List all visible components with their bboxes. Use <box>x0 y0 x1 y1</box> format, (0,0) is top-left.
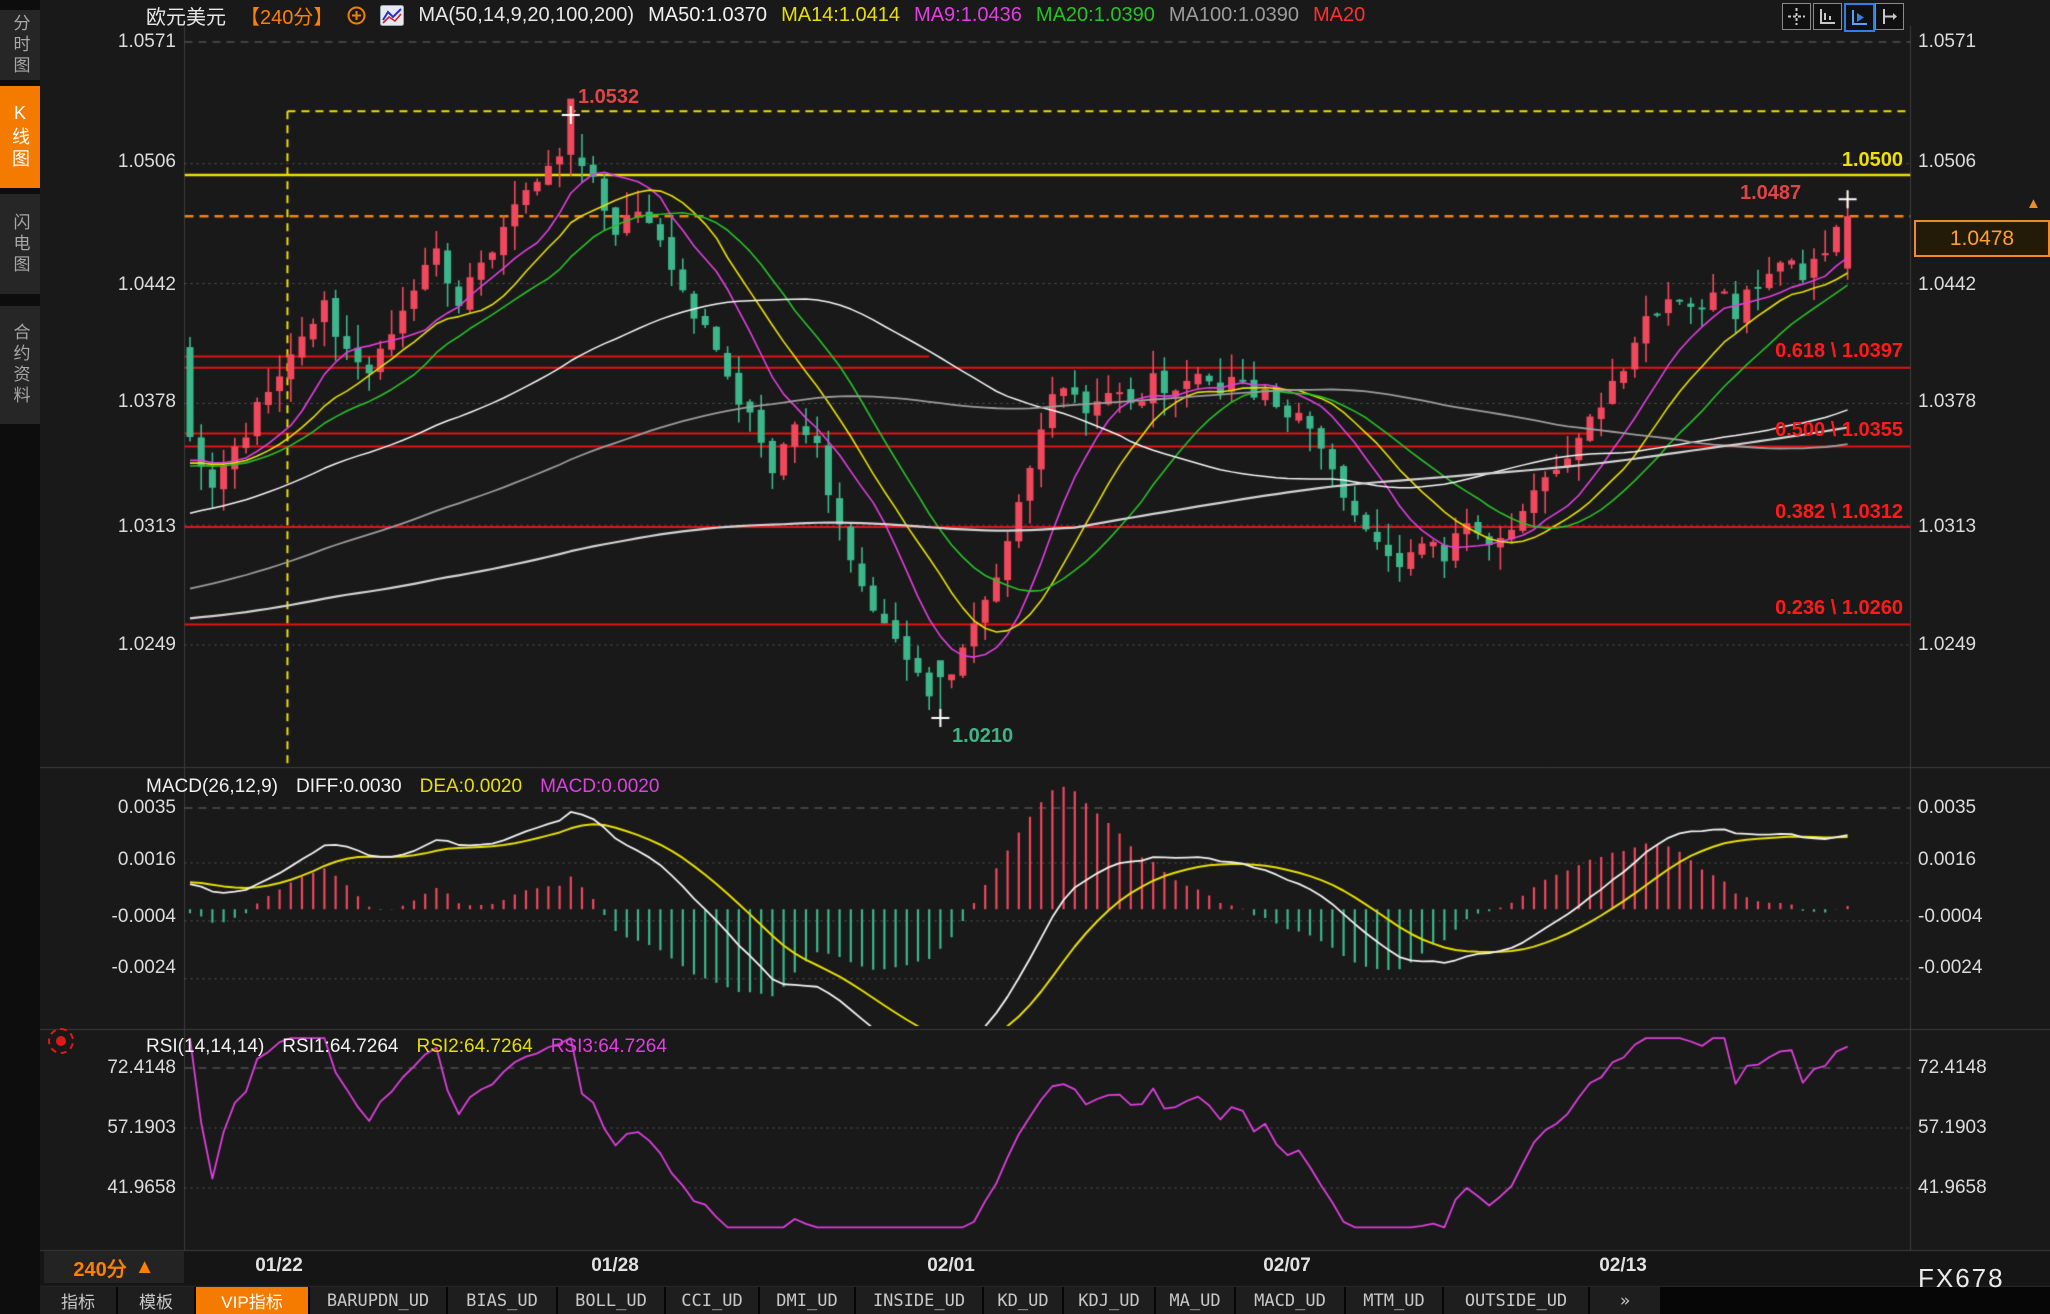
rsi-title: RSI(14,14,14) <box>146 1036 264 1058</box>
macd-tick: -0.0004 <box>52 906 176 928</box>
macd-diff-value: DIFF:0.0030 <box>296 776 402 798</box>
tab-outside-ud[interactable]: OUTSIDE_UD <box>1444 1287 1588 1314</box>
price-tick: 1.0313 <box>1918 516 2044 538</box>
period-up-triangle-icon: ▲ <box>135 1256 155 1279</box>
tab-inside-ud[interactable]: INSIDE_UD <box>856 1287 982 1314</box>
rsi-panel-header: RSI(14,14,14) RSI1:64.7264 RSI2:64.7264 … <box>146 1036 667 1058</box>
fib-level-500: 0.500 \ 1.0355 <box>1775 419 1903 442</box>
macd-panel-header: MACD(26,12,9) DIFF:0.0030 DEA:0.0020 MAC… <box>146 776 659 798</box>
date-tick: 02/01 <box>927 1255 975 1277</box>
fib-level-382: 0.382 \ 1.0312 <box>1775 501 1903 524</box>
ma20-label-red: MA20 <box>1313 4 1365 27</box>
rsi-tick: 41.9658 <box>1918 1177 2044 1199</box>
macd-tick: 0.0016 <box>1918 849 2044 871</box>
price-tick: 1.0571 <box>1918 31 2044 53</box>
indicator-tab-bar: 指标 模板 VIP指标 BARUPDN_UD BIAS_UD BOLL_UD C… <box>40 1287 2050 1314</box>
macd-tick: -0.0024 <box>52 957 176 979</box>
current-price-badge: 1.0478 <box>1914 220 2050 257</box>
price-tick: 1.0571 <box>52 31 176 53</box>
date-tick: 02/07 <box>1263 1255 1311 1277</box>
price-tick: 1.0313 <box>52 516 176 538</box>
tab-cci-ud[interactable]: CCI_UD <box>666 1287 758 1314</box>
tab-boll-ud[interactable]: BOLL_UD <box>558 1287 664 1314</box>
tab-indicators[interactable]: 指标 <box>40 1287 116 1314</box>
macd-dea-value: DEA:0.0020 <box>420 776 522 798</box>
date-tick: 02/13 <box>1599 1255 1647 1277</box>
period-text: 240分 <box>73 1253 126 1282</box>
rsi-tick: 41.9658 <box>52 1177 176 1199</box>
fx678-watermark: FX678 <box>1918 1263 2005 1294</box>
rsi2-value: RSI2:64.7264 <box>417 1036 533 1058</box>
rsi-tick: 57.1903 <box>1918 1117 2044 1139</box>
price-tick: 1.0506 <box>52 151 176 173</box>
fib-level-618: 0.618 \ 1.0397 <box>1775 340 1903 363</box>
macd-tick: -0.0004 <box>1918 906 2044 928</box>
price-tick: 1.0249 <box>1918 634 2044 656</box>
axis-scale-active-icon[interactable] <box>1844 3 1875 32</box>
sidebar-item-kline-chart[interactable]: K线图 <box>0 86 40 188</box>
macd-tick: 0.0035 <box>1918 797 2044 819</box>
tab-bias-ud[interactable]: BIAS_UD <box>448 1287 556 1314</box>
ma14-value: MA14:1.0414 <box>781 4 900 27</box>
left-sidebar: 分时图 K线图 闪电图 合约资料 <box>0 0 40 1314</box>
ma-group-label: MA(50,14,9,20,100,200) <box>418 4 634 27</box>
sidebar-item-time-chart[interactable]: 分时图 <box>0 10 40 80</box>
price-tick: 1.0378 <box>1918 391 2044 413</box>
price-tick: 1.0249 <box>52 634 176 656</box>
chart-application: 分时图 K线图 闪电图 合约资料 欧元美元 【240分】 MA(50,14,9,… <box>0 0 2050 1314</box>
tab-templates[interactable]: 模板 <box>118 1287 194 1314</box>
tab-macd-ud[interactable]: MACD_UD <box>1236 1287 1344 1314</box>
macd-tick: 0.0035 <box>52 797 176 819</box>
price-tick: 1.0442 <box>1918 274 2044 296</box>
tab-barupdn-ud[interactable]: BARUPDN_UD <box>310 1287 446 1314</box>
sidebar-item-contract-info[interactable]: 合约资料 <box>0 306 40 424</box>
fib-level-236: 0.236 \ 1.0260 <box>1775 597 1903 620</box>
ma50-value: MA50:1.0370 <box>648 4 767 27</box>
axis-shift-icon[interactable] <box>1875 3 1904 30</box>
tab-more[interactable]: » <box>1590 1287 1660 1314</box>
period-selector[interactable]: 240分 ▲ <box>44 1251 184 1283</box>
sidebar-item-lightning-chart[interactable]: 闪电图 <box>0 194 40 294</box>
price-tick: 1.0442 <box>52 274 176 296</box>
price-tick: 1.0506 <box>1918 151 2044 173</box>
rsi3-value: RSI3:64.7264 <box>551 1036 667 1058</box>
symbol-title: 欧元美元 <box>146 1 226 30</box>
plus-circle-icon[interactable] <box>347 6 366 25</box>
recent-high-label: 1.0487 <box>1740 182 1801 205</box>
swing-low-label: 1.0210 <box>952 725 1013 748</box>
macd-title: MACD(26,12,9) <box>146 776 278 798</box>
ma100-value: MA100:1.0390 <box>1169 4 1299 27</box>
rsi-tick: 57.1903 <box>52 1117 176 1139</box>
tab-mtm-ud[interactable]: MTM_UD <box>1346 1287 1442 1314</box>
axis-scale-icon[interactable] <box>1813 3 1842 30</box>
date-tick: 01/22 <box>255 1255 303 1277</box>
tab-vip-indicators[interactable]: VIP指标 <box>196 1287 308 1314</box>
tab-kd-ud[interactable]: KD_UD <box>984 1287 1062 1314</box>
ma9-value: MA9:1.0436 <box>914 4 1022 27</box>
chart-header: 欧元美元 【240分】 MA(50,14,9,20,100,200) MA50:… <box>146 3 1365 27</box>
macd-tick: -0.0024 <box>1918 957 2044 979</box>
macd-macd-value: MACD:0.0020 <box>540 776 659 798</box>
price-up-arrow-icon: ▲ <box>2026 198 2041 210</box>
record-indicator-icon <box>48 1028 74 1054</box>
date-tick: 01/28 <box>591 1255 639 1277</box>
rsi-tick: 72.4148 <box>1918 1057 2044 1079</box>
tab-kdj-ud[interactable]: KDJ_UD <box>1064 1287 1154 1314</box>
period-label[interactable]: 【240分】 <box>240 1 333 30</box>
macd-tick: 0.0016 <box>52 849 176 871</box>
rsi-tick: 72.4148 <box>52 1057 176 1079</box>
mini-chart-icon[interactable] <box>380 5 404 26</box>
yellow-level-label: 1.0500 <box>1842 149 1903 172</box>
rsi1-value: RSI1:64.7264 <box>282 1036 398 1058</box>
ma20-value: MA20:1.0390 <box>1036 4 1155 27</box>
move-icon[interactable] <box>1782 3 1811 30</box>
tab-dmi-ud[interactable]: DMI_UD <box>760 1287 854 1314</box>
tab-ma-ud[interactable]: MA_UD <box>1156 1287 1234 1314</box>
price-tick: 1.0378 <box>52 391 176 413</box>
swing-high-label: 1.0532 <box>578 86 639 109</box>
